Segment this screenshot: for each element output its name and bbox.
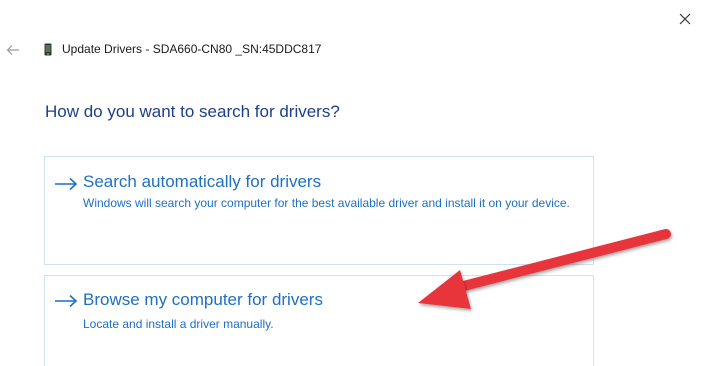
browse-my-computer-option[interactable]: Browse my computer for drivers Locate an…	[44, 275, 594, 366]
back-arrow-icon	[6, 45, 19, 55]
update-drivers-dialog: Update Drivers - SDA660-CN80 _SN:45DDC81…	[0, 0, 703, 366]
close-button[interactable]	[671, 6, 699, 32]
back-button[interactable]	[3, 40, 23, 60]
option-description: Locate and install a driver manually.	[83, 317, 274, 331]
option-title: Browse my computer for drivers	[83, 290, 323, 309]
device-icon	[44, 43, 52, 56]
option-description: Windows will search your computer for th…	[83, 196, 570, 210]
option-title: Search automatically for drivers	[83, 172, 322, 191]
right-arrow-icon	[55, 177, 78, 191]
right-arrow-icon	[55, 294, 78, 308]
window-title: Update Drivers - SDA660-CN80 _SN:45DDC81…	[62, 42, 322, 56]
close-icon	[679, 13, 691, 25]
page-heading: How do you want to search for drivers?	[45, 102, 340, 121]
search-automatically-option[interactable]: Search automatically for drivers Windows…	[44, 156, 594, 265]
